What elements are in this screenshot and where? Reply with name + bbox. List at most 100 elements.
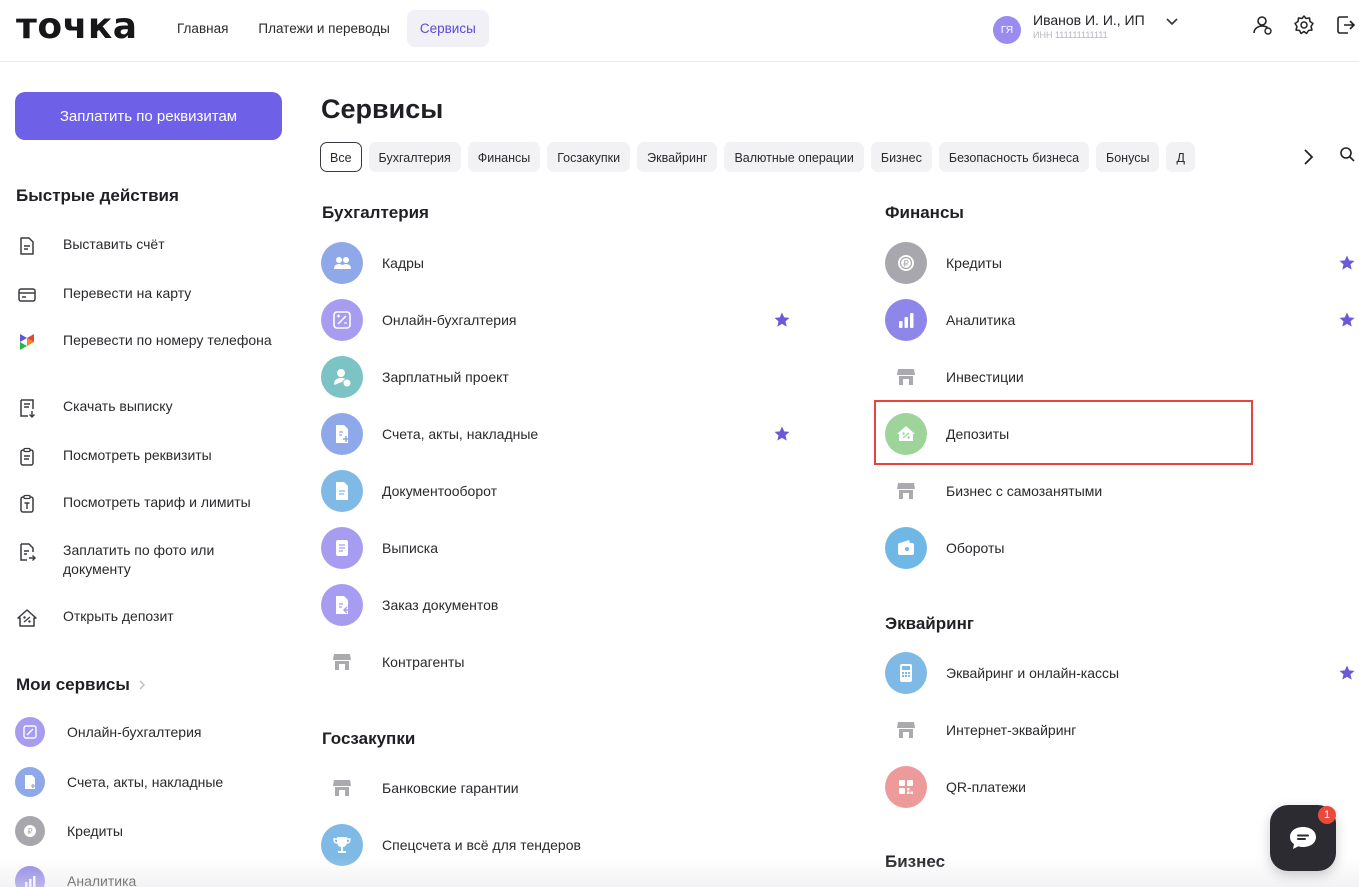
service-self-employed[interactable]: Бизнес с самозанятыми — [885, 470, 1102, 512]
quick-action-label: Перевести на карту — [63, 285, 192, 301]
chip-procurement[interactable]: Госзакупки — [547, 142, 631, 172]
section-title-business: Бизнес — [885, 852, 946, 871]
service-qr-payments[interactable]: QR-платежи — [885, 766, 1026, 808]
service-label: Эквайринг и онлайн-кассы — [946, 665, 1120, 681]
chip-more[interactable]: Д — [1166, 142, 1195, 172]
section-title-acquiring: Эквайринг — [885, 614, 974, 633]
service-label: Обороты — [946, 540, 1005, 556]
search-icon[interactable] — [1339, 146, 1359, 166]
favorite-star-icon[interactable] — [1338, 664, 1356, 682]
service-acquiring-cash[interactable]: Эквайринг и онлайн-кассы — [885, 652, 1119, 694]
my-service-label: Кредиты — [67, 823, 123, 839]
my-service-label: Онлайн-бухгалтерия — [67, 724, 202, 740]
quick-actions-title: Быстрые действия — [16, 186, 179, 205]
quick-action-phone-transfer[interactable]: Перевести по номеру телефона — [16, 331, 273, 353]
photo-pay-icon — [16, 541, 38, 563]
store-icon — [885, 356, 927, 398]
svg-text:₽: ₽ — [27, 827, 32, 836]
coin-icon: ₽ — [15, 816, 45, 846]
service-label: Банковские гарантии — [382, 780, 519, 796]
chip-business[interactable]: Бизнес — [870, 142, 932, 172]
chevron-right-icon — [138, 679, 146, 691]
store-icon — [321, 641, 363, 683]
order-docs-icon — [321, 584, 363, 626]
chart-icon — [885, 299, 927, 341]
logo[interactable]: точка — [16, 6, 138, 47]
service-hr[interactable]: Кадры — [321, 242, 424, 284]
service-label: Спецсчета и всё для тендеров — [382, 837, 581, 853]
user-icon[interactable] — [1250, 13, 1274, 37]
my-service-credits[interactable]: ₽ Кредиты — [15, 816, 123, 846]
sbp-icon — [16, 331, 38, 353]
nav-payments[interactable]: Платежи и переводы — [245, 10, 402, 47]
logout-icon[interactable] — [1334, 13, 1358, 37]
service-turnover[interactable]: Обороты — [885, 527, 1004, 569]
section-title-finance: Финансы — [885, 203, 964, 222]
favorite-star-icon[interactable] — [1338, 254, 1356, 272]
chevron-down-icon[interactable] — [1165, 14, 1179, 30]
store-icon — [885, 470, 927, 512]
quick-action-label: Заплатить по фото или документу — [63, 542, 215, 577]
salary-icon — [321, 356, 363, 398]
quick-action-invoice[interactable]: Выставить счёт — [16, 235, 273, 257]
bottom-fade — [0, 857, 1359, 887]
requisites-icon — [16, 446, 38, 468]
service-label: Аналитика — [946, 312, 1016, 328]
percent-icon — [15, 717, 45, 747]
favorite-star-icon[interactable] — [1338, 311, 1356, 329]
highlight-box — [874, 400, 1253, 465]
quick-action-open-deposit[interactable]: Открыть депозит — [16, 607, 273, 629]
chip-accounting[interactable]: Бухгалтерия — [368, 142, 461, 172]
document-icon — [321, 470, 363, 512]
chip-acquiring[interactable]: Эквайринг — [637, 142, 718, 172]
gear-icon[interactable] — [1292, 13, 1316, 37]
my-services-title[interactable]: Мои сервисы — [16, 675, 146, 695]
statement-download-icon — [16, 397, 38, 419]
quick-action-tariff[interactable]: Посмотреть тариф и лимиты — [16, 493, 273, 515]
service-salary-project[interactable]: Зарплатный проект — [321, 356, 509, 398]
service-order-documents[interactable]: Заказ документов — [321, 584, 498, 626]
service-credits[interactable]: ₽ Кредиты — [885, 242, 1002, 284]
quick-action-label: Перевести по номеру телефона — [63, 332, 272, 348]
service-label: Заказ документов — [382, 597, 499, 613]
service-document-flow[interactable]: Документооборот — [321, 470, 497, 512]
chip-currency[interactable]: Валютные операции — [724, 142, 864, 172]
nav-home[interactable]: Главная — [164, 10, 241, 47]
service-online-accounting[interactable]: Онлайн-бухгалтерия — [321, 299, 516, 341]
my-service-label: Счета, акты, накладные — [67, 774, 224, 790]
service-investments[interactable]: Инвестиции — [885, 356, 1024, 398]
service-analytics[interactable]: Аналитика — [885, 299, 1015, 341]
chip-bonuses[interactable]: Бонусы — [1096, 142, 1160, 172]
service-counterparties[interactable]: Контрагенты — [321, 641, 464, 683]
chip-all[interactable]: Все — [320, 142, 362, 172]
service-special-accounts[interactable]: Спецсчета и всё для тендеров — [321, 824, 581, 866]
cash-register-icon — [885, 652, 927, 694]
service-invoices[interactable]: Счета, акты, накладные — [321, 413, 538, 455]
chip-security[interactable]: Безопасность бизнеса — [938, 142, 1090, 172]
chevron-right-icon[interactable] — [1297, 144, 1319, 170]
account-info: Иванов И. И., ИП ИНН 111111111111 — [1033, 12, 1145, 40]
account-switcher[interactable]: ГЯ Иванов И. И., ИП ИНН 111111111111 — [993, 12, 1179, 44]
my-service-online-accounting[interactable]: Онлайн-бухгалтерия — [15, 717, 201, 747]
quick-action-download-statement[interactable]: Скачать выписку — [16, 397, 273, 419]
pay-by-requisites-button[interactable]: Заплатить по реквизитам — [15, 92, 282, 140]
quick-action-card-transfer[interactable]: Перевести на карту — [16, 284, 273, 306]
quick-action-label: Посмотреть реквизиты — [63, 447, 212, 463]
store-icon — [321, 767, 363, 809]
service-label: Бизнес с самозанятыми — [946, 483, 1103, 499]
quick-action-photo-pay[interactable]: Заплатить по фото или документу — [16, 541, 273, 579]
service-statement[interactable]: Выписка — [321, 527, 438, 569]
my-service-invoices[interactable]: Счета, акты, накладные — [15, 767, 223, 797]
service-label: Кредиты — [946, 255, 1002, 271]
page-title: Сервисы — [321, 94, 444, 124]
quick-action-view-requisites[interactable]: Посмотреть реквизиты — [16, 446, 273, 468]
chip-finance[interactable]: Финансы — [467, 142, 541, 172]
service-internet-acquiring[interactable]: Интернет-эквайринг — [885, 709, 1076, 751]
service-bank-guarantees[interactable]: Банковские гарантии — [321, 767, 519, 809]
service-label: Документооборот — [382, 483, 498, 499]
favorite-star-icon[interactable] — [773, 425, 791, 443]
nav-services[interactable]: Сервисы — [406, 10, 489, 47]
my-service-analytics[interactable]: Аналитика — [15, 866, 136, 887]
favorite-star-icon[interactable] — [773, 311, 791, 329]
notification-badge: 1 — [1318, 806, 1336, 824]
